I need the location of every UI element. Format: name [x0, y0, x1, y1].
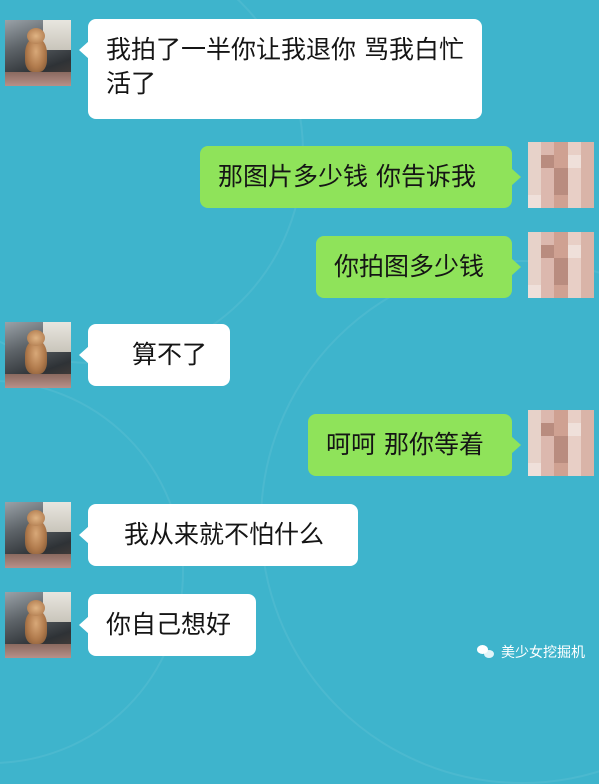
received-message-bubble[interactable]: 我拍了一半你让我退你 骂我白忙活了 [79, 19, 482, 119]
received-message-bubble[interactable]: 你自己想好 [79, 594, 256, 656]
watermark: 美少女挖掘机 [477, 642, 585, 662]
sent-message-bubble[interactable]: 呵呵 那你等着 [308, 414, 521, 476]
received-message-bubble[interactable]: 算不了 [79, 324, 230, 386]
message-text: 你自己想好 [106, 610, 232, 639]
message-text: 呵呵 那你等着 [326, 430, 484, 459]
received-message-bubble[interactable]: 我从来就不怕什么 [79, 504, 358, 566]
user-avatar[interactable] [528, 232, 594, 298]
wechat-icon [477, 644, 495, 660]
sent-message-bubble[interactable]: 那图片多少钱 你告诉我 [200, 146, 521, 208]
contact-avatar[interactable] [5, 20, 71, 86]
sent-message-bubble[interactable]: 你拍图多少钱 [316, 236, 521, 298]
user-avatar[interactable] [528, 410, 594, 476]
message-text: 我从来就不怕什么 [124, 520, 325, 549]
message-text: 我拍了一半你让我退你 骂我白忙活了 [106, 35, 464, 98]
message-text: 你拍图多少钱 [334, 252, 485, 281]
user-avatar[interactable] [528, 142, 594, 208]
watermark-text: 美少女挖掘机 [501, 645, 585, 661]
contact-avatar[interactable] [5, 592, 71, 658]
message-text: 算不了 [132, 340, 208, 369]
message-text: 那图片多少钱 你告诉我 [218, 162, 476, 191]
contact-avatar[interactable] [5, 502, 71, 568]
contact-avatar[interactable] [5, 322, 71, 388]
